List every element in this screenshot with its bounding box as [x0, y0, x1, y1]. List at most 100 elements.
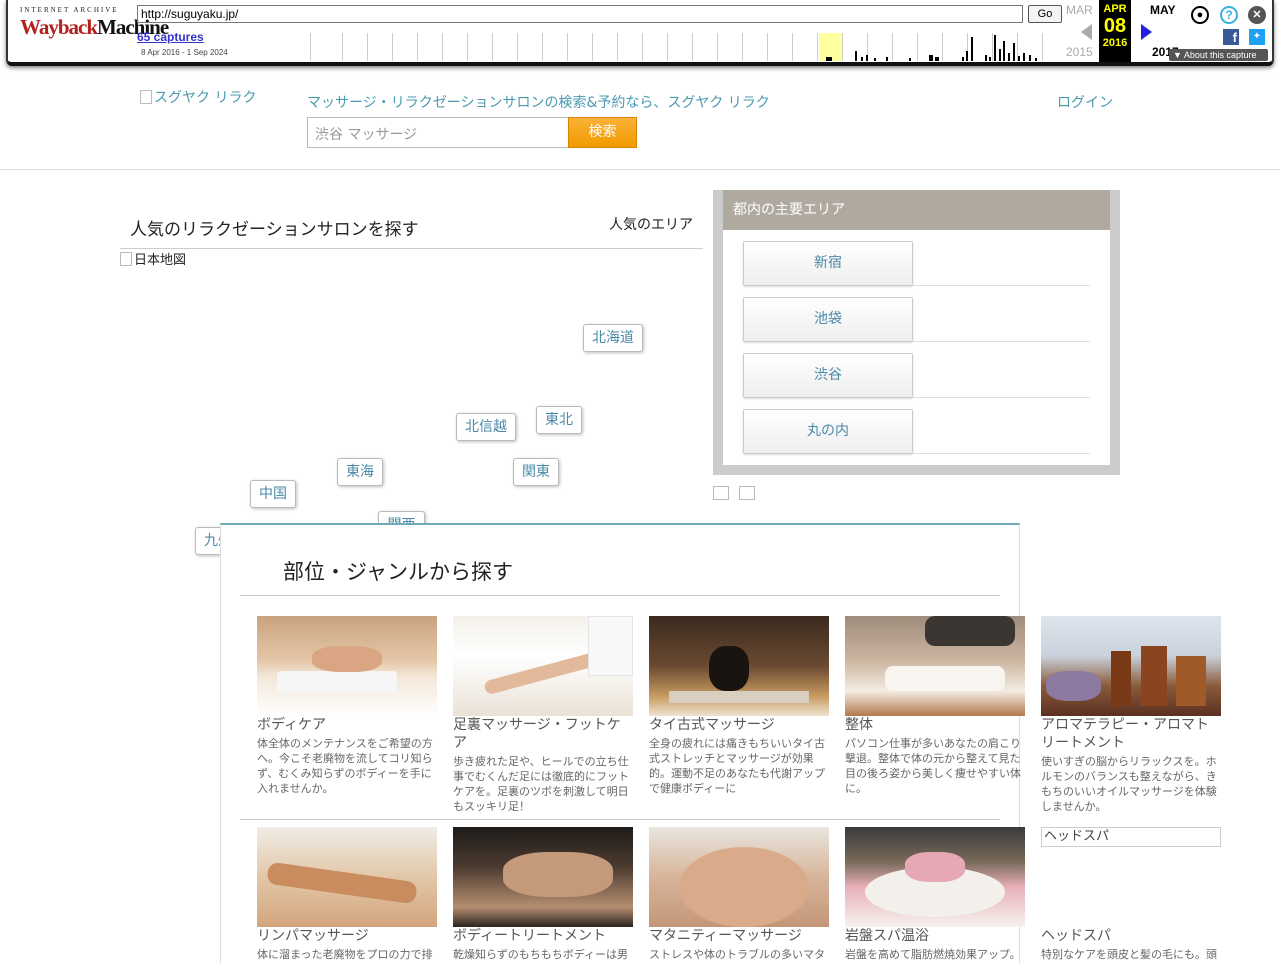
genre-image[interactable] [257, 827, 437, 927]
sparkline-divider [792, 33, 793, 61]
wayback-next-arrow-icon[interactable] [1141, 24, 1152, 40]
site-header: スグヤク リラク マッサージ・リラクゼーションサロンの検索&予約なら、スグヤク … [0, 70, 1280, 170]
area-button-shibuya[interactable]: 渋谷 [743, 353, 913, 398]
genre-image[interactable] [649, 616, 829, 716]
wayback-prev-arrow-icon[interactable] [1081, 24, 1092, 40]
area-panel-title: 都内の主要エリア [723, 190, 1110, 230]
sparkline-bar [999, 49, 1001, 61]
genre-card-foot-care[interactable]: 足裏マッサージ・フットケア 歩き疲れた足や、ヒールでの立ち仕事でむくんだ足には徹… [453, 616, 633, 814]
about-capture-button[interactable]: ▼ About this capture [1169, 49, 1268, 61]
genre-image[interactable] [1041, 616, 1221, 716]
sparkline-bar [1029, 55, 1031, 61]
genre-image[interactable] [257, 616, 437, 716]
sparkline-divider [692, 33, 693, 61]
image-detail [588, 616, 633, 676]
wayback-current-day: 08 [1103, 15, 1127, 37]
genre-card-bedrock-spa[interactable]: 岩盤スパ温浴 岩盤を高めて脂肪燃焼効果アップ。 [845, 827, 1025, 962]
image-detail [679, 847, 809, 927]
genre-description: 歩き疲れた足や、ヒールでの立ち仕事でむくんだ足には徹底的にフットケアを。足裏のツ… [453, 755, 629, 813]
close-icon[interactable]: ✕ [1248, 6, 1266, 24]
japan-map: 日本地図 [120, 249, 186, 268]
genre-description: 体全体のメンテナンスをご希望の方へ。今こそ老廃物を流してコリ知らず、むくみ知らず… [257, 737, 433, 795]
sparkline-divider [642, 33, 643, 61]
genre-card-body-care[interactable]: ボディケア 体全体のメンテナンスをご希望の方へ。今こそ老廃物を流してコリ知らず、… [257, 616, 437, 796]
twitter-icon[interactable]: ✦ [1249, 29, 1265, 45]
sparkline-divider [992, 33, 993, 61]
region-chugoku[interactable]: 中国 [250, 480, 296, 508]
search-input[interactable]: 渋谷 マッサージ [307, 117, 569, 148]
wayback-captures-link[interactable]: 65 captures [137, 30, 204, 44]
genre-image[interactable] [453, 616, 633, 716]
sparkline-bar [962, 57, 964, 61]
image-detail [925, 616, 1015, 646]
sparkline-bar [861, 57, 863, 61]
genre-name: リンパマッサージ [257, 928, 369, 944]
genre-card-aroma[interactable]: アロマテラピー・アロマトリートメント 使いすぎの脳からリラックスを。ホルモンのバ… [1041, 616, 1221, 814]
broken-image-icon[interactable] [713, 486, 729, 500]
region-hokkaido[interactable]: 北海道 [583, 324, 643, 352]
wayback-url-input[interactable]: http://suguyaku.jp/ [137, 5, 1023, 23]
genre-image[interactable]: ヘッドスパ [1041, 827, 1221, 927]
area-button-marunouchi[interactable]: 丸の内 [743, 409, 913, 454]
wayback-next-month[interactable]: MAY [1150, 3, 1176, 17]
sparkline-bar [971, 37, 973, 61]
about-capture-label: About this capture [1183, 50, 1257, 60]
sparkline-divider [617, 33, 618, 61]
genre-image[interactable] [649, 827, 829, 927]
region-hokushinetsu[interactable]: 北信越 [456, 413, 516, 441]
image-detail [483, 650, 603, 696]
wayback-sparkline[interactable] [310, 33, 1064, 61]
genre-name: 岩盤スパ温浴 [845, 928, 929, 944]
user-icon[interactable]: ● [1191, 6, 1209, 24]
region-tokai[interactable]: 東海 [337, 458, 383, 486]
sparkline-divider [942, 33, 943, 61]
genre-card-body-treatment[interactable]: ボディートリートメント 乾燥知らずのもちもちボディーは男 [453, 827, 633, 962]
japan-map-alt: 日本地図 [134, 253, 187, 268]
area-panel-body: 新宿 池袋 渋谷 丸の内 [723, 230, 1110, 465]
image-detail [669, 691, 809, 703]
sparkline-bar [935, 57, 939, 61]
genre-description: 全身の疲れには痛きもちいいタイ古式ストレッチとマッサージが効果的。運動不足のあな… [649, 737, 825, 795]
login-link[interactable]: ログイン [1057, 92, 1113, 112]
genre-name: マタニティーマッサージ [649, 928, 802, 944]
sparkline-bar [1035, 58, 1037, 61]
region-tohoku[interactable]: 東北 [536, 406, 582, 434]
genre-card-head-spa[interactable]: ヘッドスパ ヘッドスパ 特別なケアを頭皮と髪の毛にも。頭 [1041, 827, 1221, 962]
region-kanto[interactable]: 関東 [513, 458, 559, 486]
image-detail [1046, 671, 1101, 701]
genre-card-maternity[interactable]: マタニティーマッサージ ストレスや体のトラブルの多いマタ [649, 827, 829, 962]
help-icon[interactable]: ? [1220, 6, 1238, 24]
facebook-icon[interactable]: f [1223, 29, 1239, 45]
search-button[interactable]: 検索 [568, 117, 637, 148]
wayback-current-month: APR [1103, 3, 1127, 15]
sparkline-bar [874, 58, 876, 61]
sparkline-bar [1023, 53, 1025, 61]
genre-image[interactable] [453, 827, 633, 927]
genre-card-thai-massage[interactable]: タイ古式マッサージ 全身の疲れには痛きもちいいタイ古式ストレッチとマッサージが効… [649, 616, 829, 796]
wayback-capture-range: 8 Apr 2016 - 1 Sep 2024 [141, 48, 228, 57]
wayback-logo[interactable]: INTERNET ARCHIVE WaybackMachine [20, 6, 169, 54]
area-button-ikebukuro[interactable]: 池袋 [743, 297, 913, 342]
genre-description: 使いすぎの脳からリラックスを。ホルモンのバランスも整えながら、きもちのいいオイル… [1041, 755, 1217, 813]
popular-area-label: 人気のエリア [609, 217, 693, 233]
sparkline-divider [892, 33, 893, 61]
genre-card-seitai[interactable]: 整体 パソコン仕事が多いあなたの肩こり撃退。整体で体の元から整えて見た目の後ろ姿… [845, 616, 1025, 796]
sparkline-bar [886, 57, 888, 61]
sparkline-divider [367, 33, 368, 61]
wayback-go-button[interactable]: Go [1028, 5, 1062, 23]
genre-image[interactable] [845, 616, 1025, 716]
site-logo[interactable]: スグヤク リラク [140, 87, 256, 107]
divider [913, 341, 1090, 342]
sparkline-divider [1042, 33, 1043, 61]
sparkline-divider [442, 33, 443, 61]
broken-image-icon[interactable] [739, 486, 755, 500]
sparkline-bar [826, 57, 832, 61]
broken-image-icon [120, 252, 132, 266]
sparkline-bar [866, 55, 868, 61]
divider [913, 397, 1090, 398]
genre-card-lymph[interactable]: リンパマッサージ 体に溜まった老廃物をプロの力で排 [257, 827, 437, 962]
genre-image[interactable] [845, 827, 1025, 927]
wayback-prev-year[interactable]: 2015 [1066, 45, 1093, 59]
area-button-shinjuku[interactable]: 新宿 [743, 241, 913, 286]
wayback-prev-month[interactable]: MAR [1066, 3, 1093, 17]
